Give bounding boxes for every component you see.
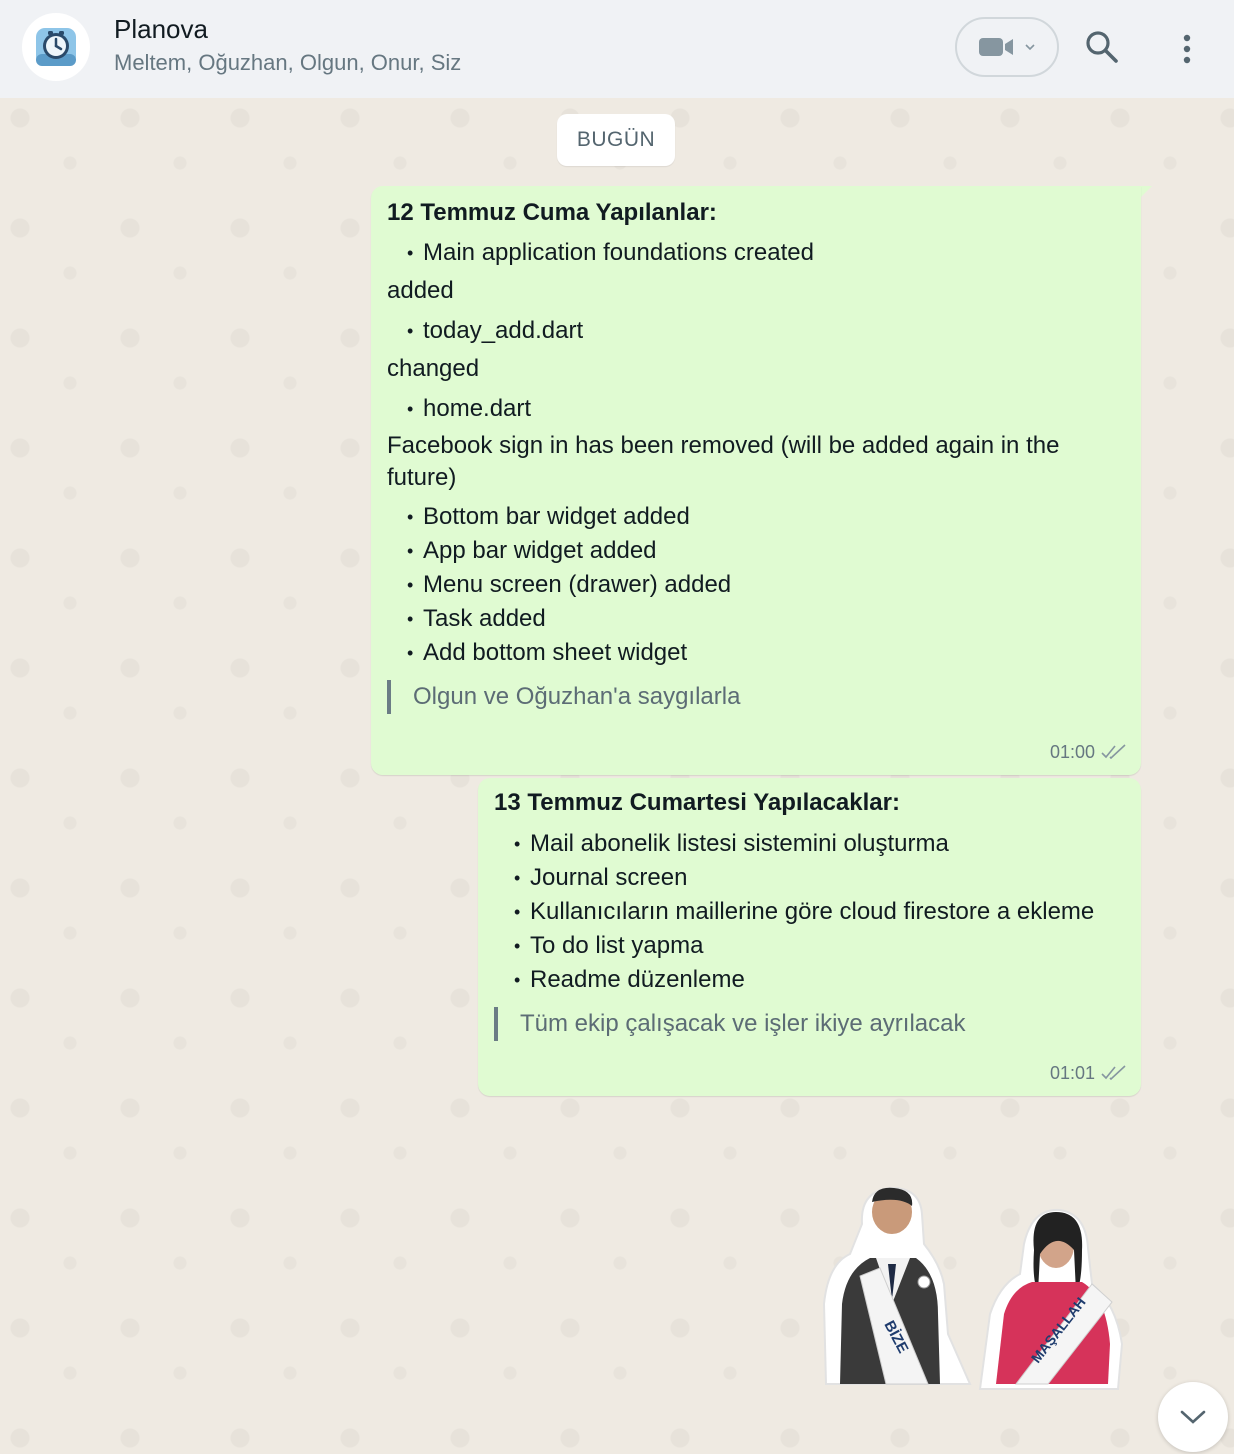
scroll-to-bottom-button[interactable]: [1158, 1382, 1228, 1452]
list-item: • Task added: [407, 605, 546, 632]
list-item: • Menu screen (drawer) added: [407, 571, 732, 598]
message-quote: Olgun ve Oğuzhan'a saygılarla: [387, 680, 1125, 714]
bubble-tail: [1140, 186, 1152, 198]
double-check-icon: [1101, 744, 1126, 760]
message-time: 01:00: [1049, 742, 1095, 762]
vertical-dots-icon: [1183, 34, 1191, 64]
message-bubble[interactable]: 13 Temmuz Cumartesi Yapılacaklar: • Mail …: [478, 778, 1141, 1096]
chat-participants[interactable]: Meltem, Oğuzhan, Olgun, Onur, Siz: [114, 50, 461, 76]
group-avatar[interactable]: [22, 13, 90, 81]
clock-app-icon: [36, 28, 76, 66]
list-item: • Main application foundations created: [407, 239, 814, 266]
chevron-down-icon: [1025, 44, 1035, 51]
list-item: • today_add.dart: [407, 317, 584, 344]
message-text: added: [387, 277, 454, 304]
video-call-button[interactable]: [955, 17, 1059, 77]
message-bubble[interactable]: 12 Temmuz Cuma Yapılanlar: • Main applica…: [371, 186, 1141, 775]
message-text: Facebook sign in has been removed (will …: [387, 432, 1060, 491]
chat-title[interactable]: Planova: [114, 14, 208, 45]
list-item: • App bar widget added: [407, 537, 657, 564]
list-item: • Bottom bar widget added: [407, 503, 690, 530]
double-check-icon: [1101, 1065, 1126, 1081]
message-meta: 01:00: [1050, 735, 1127, 769]
search-icon: [1086, 31, 1118, 63]
list-item: • Mail abonelik listesi sistemini oluştur…: [514, 830, 949, 857]
list-item: • Readme düzenleme: [514, 966, 745, 993]
message-time: 01:01: [1049, 1063, 1095, 1083]
search-button[interactable]: [1082, 27, 1122, 67]
list-item: • home.dart: [407, 395, 532, 422]
chevron-down-icon: [1180, 1410, 1206, 1424]
list-item: • Kullanıcıların maillerine göre cloud fi…: [514, 898, 1095, 925]
video-camera-icon: [979, 38, 1013, 56]
list-item: • To do list yapma: [514, 932, 704, 959]
message-heading: 13 Temmuz Cumartesi Yapılacaklar:: [494, 789, 900, 816]
message-heading: 12 Temmuz Cuma Yapılanlar:: [387, 199, 717, 226]
message-text: changed: [387, 355, 480, 382]
message-meta: 01:01: [1050, 1056, 1127, 1090]
chat-header: Planova Meltem, Oğuzhan, Olgun, Onur, Si…: [0, 0, 1234, 98]
list-item: • Journal screen: [514, 864, 688, 891]
sticker-message[interactable]: BİZE MAŞALLAH: [820, 1184, 1124, 1392]
list-item: • Add bottom sheet widget: [407, 639, 688, 666]
more-options-button[interactable]: [1170, 27, 1204, 71]
date-separator: BUGÜN: [557, 114, 675, 166]
message-quote: Tüm ekip çalışacak ve işler ikiye ayrıla…: [494, 1007, 1127, 1041]
